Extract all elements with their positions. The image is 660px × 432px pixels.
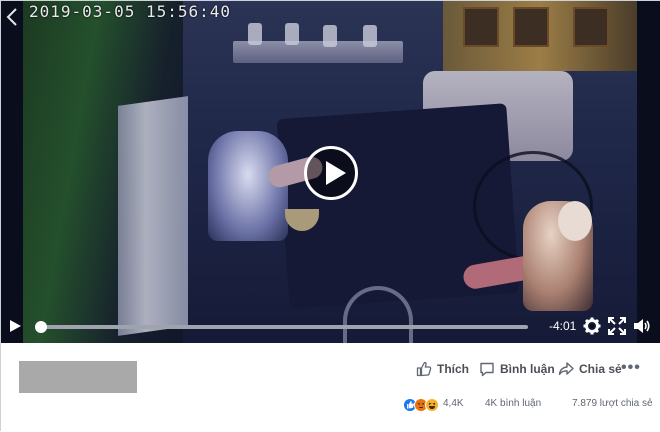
back-arrow-icon[interactable] [3, 7, 21, 29]
share-label: Chia sẻ [579, 362, 622, 376]
time-remaining: -4:01 [549, 319, 577, 333]
like-button[interactable]: Thích [416, 359, 469, 379]
author-name-placeholder [19, 361, 137, 393]
share-button[interactable]: Chia sẻ [558, 359, 622, 379]
comment-bubble-icon [480, 362, 494, 377]
comment-label: Bình luận [500, 362, 555, 376]
more-options-button[interactable]: ••• [621, 359, 641, 377]
reaction-icons[interactable] [403, 398, 439, 412]
reaction-count[interactable]: 4,4K [443, 398, 464, 409]
share-arrow-icon [558, 362, 574, 375]
share-count[interactable]: 7.879 lượt chia sẻ [572, 398, 653, 409]
progress-knob[interactable] [35, 321, 47, 333]
comment-count[interactable]: 4K bình luận [485, 398, 541, 409]
fullscreen-icon[interactable] [608, 317, 626, 335]
camera-timestamp: 2019-03-05 15:56:40 [29, 2, 232, 21]
progress-bar[interactable] [41, 325, 528, 329]
play-icon [326, 161, 346, 185]
like-label: Thích [437, 362, 469, 376]
play-small-icon[interactable] [8, 319, 22, 333]
play-button[interactable] [304, 146, 358, 200]
thumbs-up-icon [416, 361, 432, 377]
video-player[interactable]: 2019-03-05 15:56:40 [1, 1, 660, 343]
haha-icon [425, 398, 439, 412]
video-post: 2019-03-05 15:56:40 -4:01 Thích Bình luậ… [0, 0, 660, 432]
settings-gear-icon[interactable] [583, 317, 601, 335]
volume-icon[interactable] [633, 317, 651, 335]
comment-button[interactable]: Bình luận [479, 359, 555, 379]
